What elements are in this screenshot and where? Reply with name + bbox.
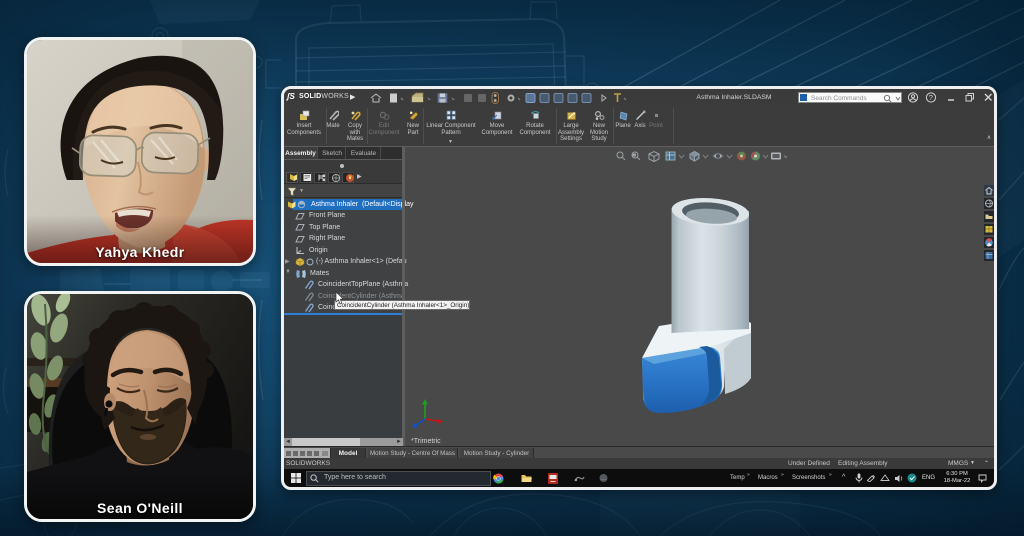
- svg-text:?: ?: [929, 93, 933, 102]
